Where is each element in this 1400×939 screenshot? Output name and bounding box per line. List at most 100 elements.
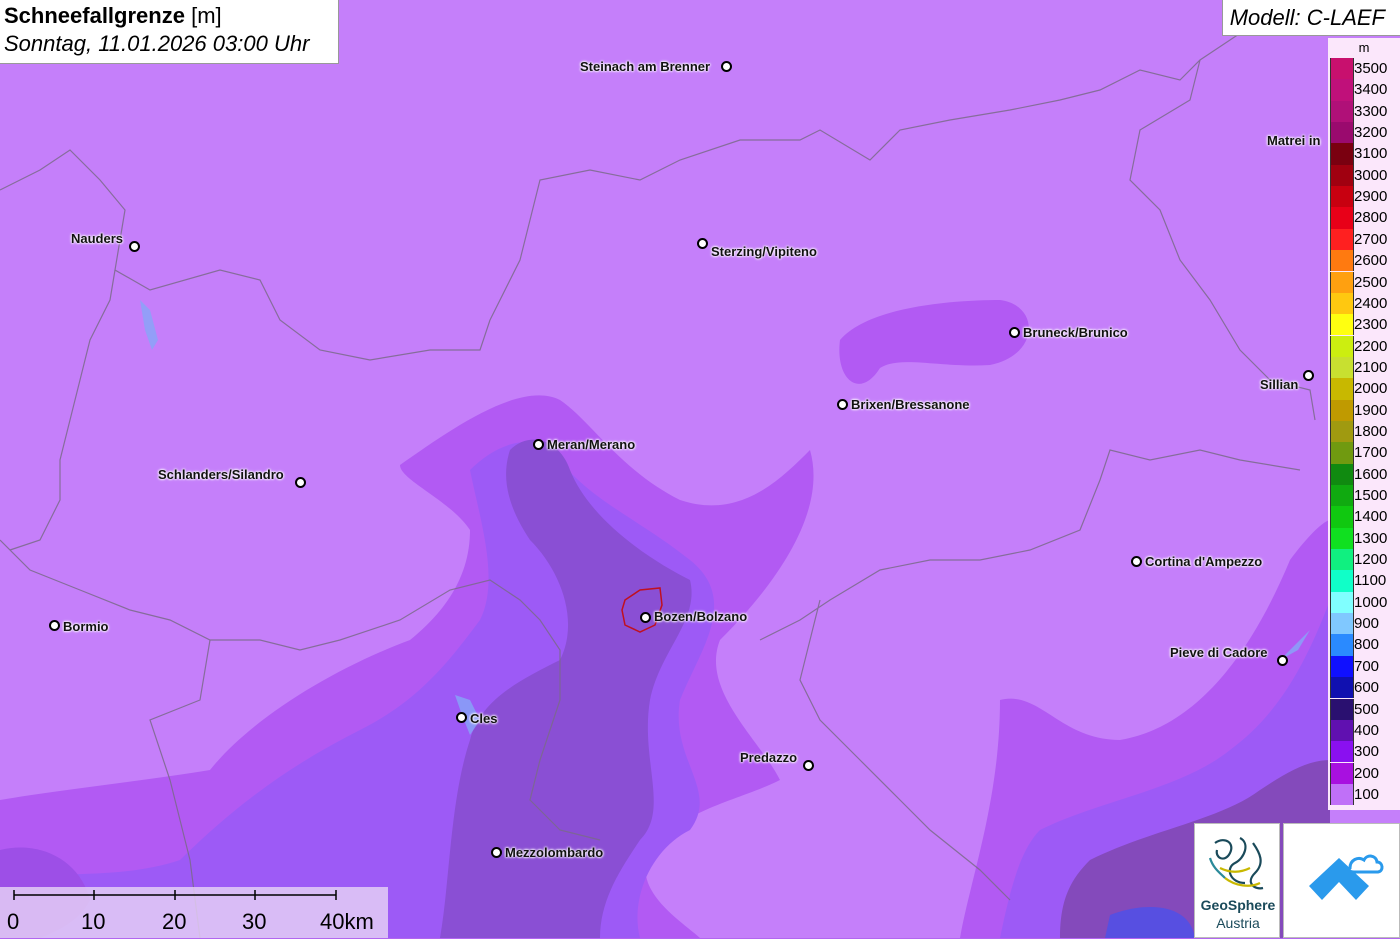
city-label[interactable]: Steinach am Brenner (580, 59, 710, 74)
legend-swatch (1330, 783, 1354, 806)
legend-label: 800 (1354, 636, 1380, 654)
legend-level: 2000 (1328, 378, 1400, 400)
city-dot[interactable] (721, 61, 732, 72)
legend-label: 1600 (1354, 465, 1388, 483)
legend-swatch (1330, 613, 1354, 635)
legend-swatch (1330, 442, 1354, 464)
legend-level: 2100 (1328, 356, 1400, 379)
city-dot[interactable] (1277, 655, 1288, 666)
legend-swatch (1330, 527, 1354, 549)
legend-label: 1200 (1354, 551, 1388, 569)
city-dot[interactable] (640, 612, 651, 623)
scale-label-10: 10 (81, 909, 106, 934)
city-dot[interactable] (491, 847, 502, 858)
legend-swatch (1330, 314, 1354, 336)
city-dot[interactable] (1303, 370, 1314, 381)
legend-label: 900 (1354, 615, 1380, 633)
legend-swatch (1330, 655, 1354, 678)
legend-swatch (1330, 591, 1354, 614)
scale-label-40: 40km (320, 909, 374, 934)
legend-swatch (1330, 356, 1354, 379)
city-dot[interactable] (456, 712, 467, 723)
city-label[interactable]: Bozen/Bolzano (654, 609, 747, 624)
city-label[interactable]: Cles (470, 711, 497, 726)
legend-label: 3100 (1354, 145, 1388, 163)
legend-level: 1200 (1328, 549, 1400, 571)
geosphere-logo[interactable]: GeoSphere Austria (1194, 823, 1280, 938)
legend-level: 3300 (1328, 100, 1400, 122)
legend-level: 800 (1328, 634, 1400, 656)
city-label[interactable]: Matrei in (1267, 133, 1320, 148)
legend-level: 1300 (1328, 527, 1400, 549)
legend-level: 500 (1328, 698, 1400, 720)
scale-bar-line (13, 890, 337, 900)
legend-swatch (1330, 164, 1354, 187)
city-dot[interactable] (1009, 327, 1020, 338)
legend-label: 3200 (1354, 124, 1388, 142)
legend-level: 400 (1328, 719, 1400, 742)
city-dot[interactable] (837, 399, 848, 410)
city-dot[interactable] (49, 620, 60, 631)
city-label[interactable]: Mezzolombardo (505, 845, 603, 860)
legend-level: 2400 (1328, 292, 1400, 315)
legend-label: 100 (1354, 785, 1380, 803)
geosphere-logo-text-2: Austria (1216, 915, 1260, 931)
valid-time: Sonntag, 11.01.2026 03:00 Uhr (4, 31, 310, 56)
legend-swatch (1330, 228, 1354, 251)
page-title: Schneefallgrenze [m] (4, 3, 222, 29)
legend-label: 1400 (1354, 508, 1388, 526)
city-label[interactable]: Schlanders/Silandro (158, 467, 284, 482)
scale-label-0: 0 (7, 909, 20, 934)
city-dot[interactable] (129, 241, 140, 252)
city-dot[interactable] (1131, 556, 1142, 567)
legend-swatch (1330, 485, 1354, 507)
legend-label: 300 (1354, 743, 1380, 761)
legend-label: 2900 (1354, 188, 1388, 206)
legend-level: 3400 (1328, 79, 1400, 101)
city-label[interactable]: Nauders (71, 231, 123, 246)
title-box: Schneefallgrenze [m] Sonntag, 11.01.2026… (0, 0, 339, 64)
legend-label: 2500 (1354, 273, 1388, 291)
legend-swatch (1330, 741, 1354, 763)
weather-app-logo[interactable] (1283, 823, 1400, 938)
city-label[interactable]: Brixen/Bressanone (851, 397, 970, 412)
city-label[interactable]: Meran/Merano (547, 437, 635, 452)
city-label[interactable]: Sterzing/Vipiteno (711, 244, 817, 259)
legend-label: 1500 (1354, 487, 1388, 504)
legend-level: 1800 (1328, 420, 1400, 443)
city-dot[interactable] (295, 477, 306, 488)
geosphere-logo-text-1: GeoSphere (1200, 897, 1276, 913)
legend-swatch (1330, 463, 1354, 485)
city-label[interactable]: Sillian (1260, 377, 1298, 392)
legend-swatch (1330, 378, 1354, 400)
legend-label: 2700 (1354, 230, 1388, 248)
legend-label: 600 (1354, 679, 1380, 697)
city-label[interactable]: Predazzo (740, 750, 797, 765)
city-label[interactable]: Bruneck/Brunico (1023, 325, 1128, 340)
legend-swatch (1330, 143, 1354, 165)
city-dot[interactable] (533, 439, 544, 450)
legend-swatch (1330, 58, 1354, 80)
legend-label: 1300 (1354, 529, 1388, 547)
legend-level: 3000 (1328, 164, 1400, 187)
legend-label: 3000 (1354, 166, 1388, 184)
legend-label: 1900 (1354, 401, 1388, 419)
legend-label: 2200 (1354, 337, 1388, 355)
legend-swatch (1330, 271, 1354, 293)
title-unit: [m] (191, 3, 222, 28)
legend-swatch (1330, 762, 1354, 784)
legend-swatch (1330, 677, 1354, 699)
city-dot[interactable] (803, 760, 814, 771)
scale-label-30: 30 (242, 909, 267, 934)
legend-level: 2500 (1328, 271, 1400, 293)
legend-label: 2400 (1354, 294, 1388, 312)
city-dot[interactable] (697, 238, 708, 249)
city-label[interactable]: Cortina d'Ampezzo (1145, 554, 1262, 569)
city-label[interactable]: Bormio (63, 619, 109, 634)
legend-swatch (1330, 506, 1354, 528)
legend-label: 2300 (1354, 316, 1388, 334)
legend-label: 2100 (1354, 358, 1388, 376)
legend-swatch (1330, 570, 1354, 592)
city-label[interactable]: Pieve di Cadore (1170, 645, 1268, 660)
legend-level: 1900 (1328, 399, 1400, 421)
